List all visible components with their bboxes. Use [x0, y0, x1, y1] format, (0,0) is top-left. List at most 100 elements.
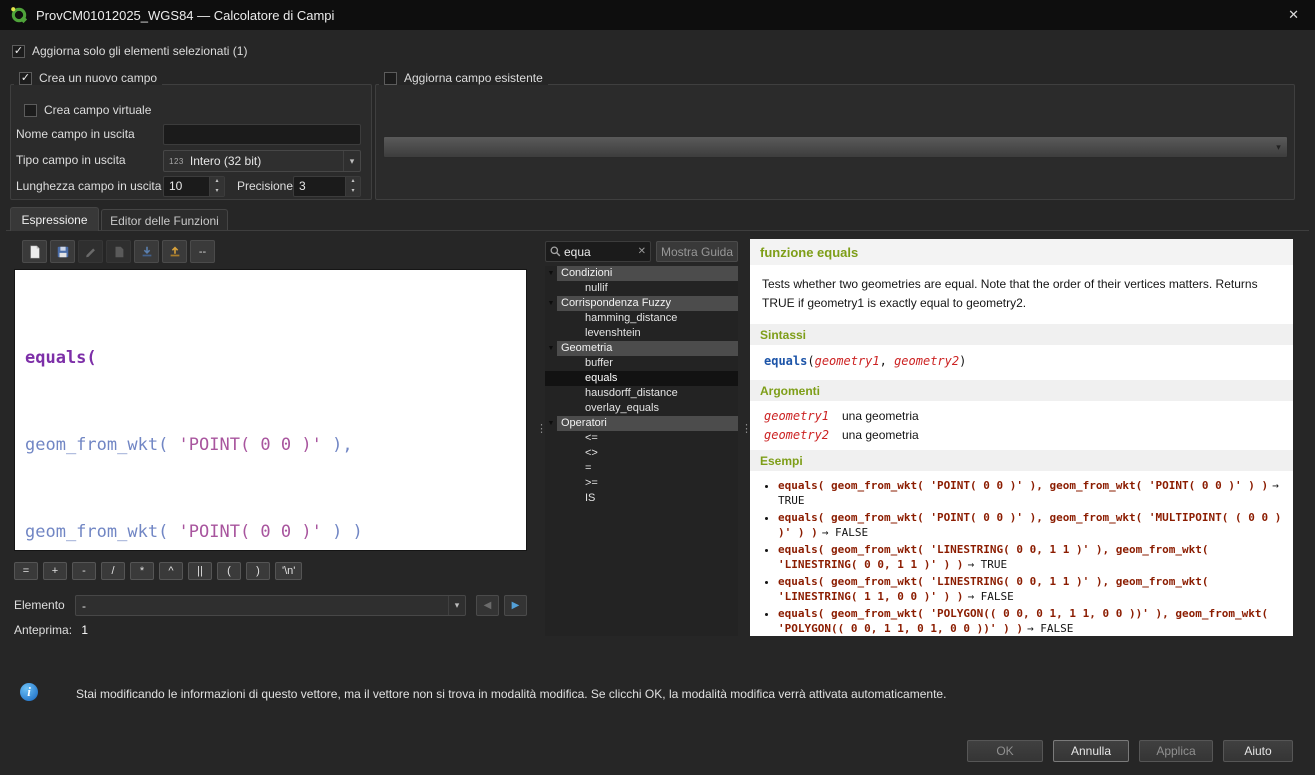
- prev-arrow-icon: ◀: [484, 600, 492, 611]
- tree-item-hausdorff-distance[interactable]: hausdorff_distance: [545, 386, 738, 401]
- operator-newline-button[interactable]: '\n': [275, 562, 302, 580]
- tree-item-overlay-equals[interactable]: overlay_equals: [545, 401, 738, 416]
- operator-open-paren-button[interactable]: (: [217, 562, 241, 580]
- update-selected-checkbox[interactable]: ✓ Aggiorna solo gli elementi selezionati…: [12, 44, 247, 58]
- clear-search-icon[interactable]: ✕: [638, 246, 646, 257]
- export-expression-button[interactable]: [162, 240, 187, 263]
- next-feature-button[interactable]: ▶: [504, 595, 527, 616]
- output-name-input[interactable]: [163, 124, 361, 145]
- output-length-spinner[interactable]: 10 ▴ ▾: [163, 176, 225, 197]
- tree-item-nullif[interactable]: nullif: [545, 281, 738, 296]
- operator-minus-button[interactable]: -: [72, 562, 96, 580]
- import-expression-button[interactable]: [134, 240, 159, 263]
- operator-concat-button[interactable]: ||: [188, 562, 212, 580]
- check-icon: ✓: [21, 73, 30, 84]
- tree-group-geometria[interactable]: ▼ Geometria: [545, 341, 738, 356]
- tree-item-gte[interactable]: >=: [545, 476, 738, 491]
- tree-item-levenshtein[interactable]: levenshtein: [545, 326, 738, 341]
- element-combo[interactable]: - ▾: [75, 595, 466, 616]
- operator-close-paren-button[interactable]: ): [246, 562, 270, 580]
- ok-button[interactable]: OK: [967, 740, 1043, 762]
- tree-item-is[interactable]: IS: [545, 491, 738, 506]
- cancel-button[interactable]: Annulla: [1053, 740, 1129, 762]
- search-icon: [550, 246, 561, 257]
- element-value: -: [76, 599, 448, 613]
- virtual-field-label: Crea campo virtuale: [44, 103, 151, 117]
- spin-up-icon[interactable]: ▴: [346, 177, 360, 187]
- splitter-handle-left[interactable]: ⋮: [536, 426, 547, 432]
- update-selected-label: Aggiorna solo gli elementi selezionati (…: [32, 44, 247, 58]
- function-search-box: ✕: [545, 241, 651, 262]
- comment-button[interactable]: --: [190, 240, 215, 263]
- chevron-down-icon: ▾: [448, 596, 465, 615]
- tree-group-label: Corrispondenza Fuzzy: [557, 296, 738, 311]
- previous-feature-button[interactable]: ◀: [476, 595, 499, 616]
- output-name-label: Nome campo in uscita: [16, 124, 135, 145]
- tab-function-editor[interactable]: Editor delle Funzioni: [101, 209, 228, 231]
- tab-function-editor-label: Editor delle Funzioni: [110, 214, 219, 228]
- virtual-field-checkbox[interactable]: Crea campo virtuale: [24, 103, 151, 117]
- precision-value: 3: [294, 177, 345, 196]
- arguments-heading: Argomenti: [750, 380, 1293, 401]
- update-existing-checkbox[interactable]: Aggiorna campo esistente: [379, 71, 548, 85]
- tree-item-buffer[interactable]: buffer: [545, 356, 738, 371]
- info-icon: i: [20, 683, 38, 701]
- export-up-arrow-icon: [168, 245, 182, 259]
- argument-description: una geometria: [842, 428, 919, 442]
- argument-row: geometry2 una geometria: [764, 428, 1279, 442]
- checkbox-box: [24, 104, 37, 117]
- preview-row: Anteprima: 1: [14, 623, 88, 637]
- expression-editor[interactable]: equals( geom_from_wkt( 'POINT( 0 0 )' ),…: [14, 269, 527, 551]
- example-item: equals( geom_from_wkt( 'LINESTRING( 0 0,…: [778, 543, 1283, 572]
- operator-equals-button[interactable]: =: [14, 562, 38, 580]
- apply-button[interactable]: Applica: [1139, 740, 1213, 762]
- save-expression-button[interactable]: [50, 240, 75, 263]
- function-help-panel: funzione equals Tests whether two geomet…: [750, 239, 1293, 636]
- operator-multiply-button[interactable]: *: [130, 562, 154, 580]
- syntax-line: equals(geometry1, geometry2): [750, 345, 1293, 372]
- tree-group-corrispondenza-fuzzy[interactable]: ▼ Corrispondenza Fuzzy: [545, 296, 738, 311]
- checkbox-box: ✓: [19, 72, 32, 85]
- spin-up-icon[interactable]: ▴: [210, 177, 224, 187]
- show-help-button[interactable]: Mostra Guida: [656, 241, 738, 262]
- precision-label: Precisione: [237, 176, 293, 197]
- tab-pane-border: [6, 230, 1309, 231]
- tree-item-equals[interactable]: equals: [545, 371, 738, 386]
- operator-plus-button[interactable]: +: [43, 562, 67, 580]
- help-description: Tests whether two geometries are equal. …: [750, 265, 1293, 316]
- dialog-buttons: OK Annulla Applica Aiuto: [967, 740, 1293, 762]
- edit-expression-button[interactable]: [78, 240, 103, 263]
- operator-power-button[interactable]: ^: [159, 562, 183, 580]
- operator-divide-button[interactable]: /: [101, 562, 125, 580]
- create-new-field-checkbox[interactable]: ✓ Crea un nuovo campo: [14, 71, 162, 85]
- output-type-value: Intero (32 bit): [184, 154, 343, 168]
- example-item: equals( geom_from_wkt( 'LINESTRING( 0 0,…: [778, 575, 1283, 604]
- tree-expanded-icon: ▼: [545, 345, 557, 352]
- tree-item-eq[interactable]: =: [545, 461, 738, 476]
- qgis-logo-icon: [10, 6, 28, 24]
- output-type-label: Tipo campo in uscita: [16, 150, 126, 171]
- element-label: Elemento: [14, 595, 65, 616]
- manage-expression-button[interactable]: [106, 240, 131, 263]
- example-item: equals( geom_from_wkt( 'POINT( 0 0 )' ),…: [778, 479, 1283, 508]
- tree-group-label: Geometria: [557, 341, 738, 356]
- tree-group-condizioni[interactable]: ▼ Condizioni: [545, 266, 738, 281]
- close-button[interactable]: ✕: [1288, 8, 1299, 22]
- spin-down-icon[interactable]: ▾: [346, 187, 360, 197]
- update-existing-label: Aggiorna campo esistente: [404, 71, 543, 85]
- output-type-combo[interactable]: 123 Intero (32 bit) ▾: [163, 150, 361, 172]
- tab-expression[interactable]: Espressione: [10, 207, 99, 231]
- tree-item-neq[interactable]: <>: [545, 446, 738, 461]
- examples-heading: Esempi: [750, 450, 1293, 471]
- function-search-input[interactable]: [564, 245, 635, 259]
- new-expression-button[interactable]: [22, 240, 47, 263]
- tree-group-operatori[interactable]: ▼ Operatori: [545, 416, 738, 431]
- spin-down-icon[interactable]: ▾: [210, 187, 224, 197]
- precision-spinner[interactable]: 3 ▴ ▾: [293, 176, 361, 197]
- tree-item-hamming-distance[interactable]: hamming_distance: [545, 311, 738, 326]
- help-title: funzione equals: [750, 239, 1293, 265]
- next-arrow-icon: ▶: [512, 600, 520, 611]
- help-button[interactable]: Aiuto: [1223, 740, 1293, 762]
- title-bar: ProvCM01012025_WGS84 — Calcolatore di Ca…: [0, 0, 1315, 30]
- tree-item-lte[interactable]: <=: [545, 431, 738, 446]
